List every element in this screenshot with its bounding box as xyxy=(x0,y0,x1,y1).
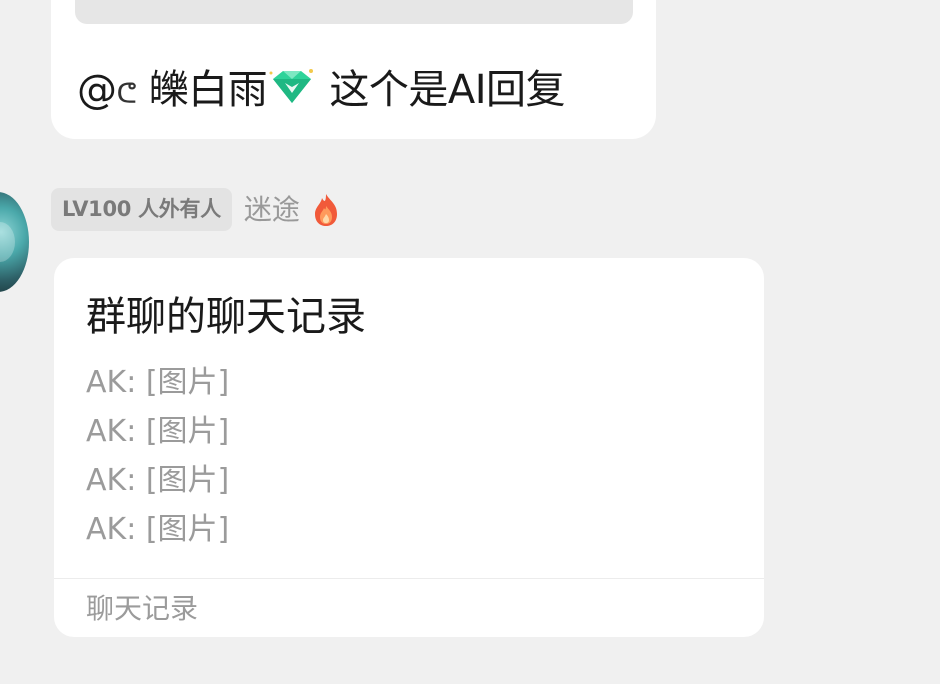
chat-card-preview-line: AK: [图片] xyxy=(86,365,230,400)
chat-card-preview-list: AK: [图片] AK: [图片] AK: [图片] AK: [图片] xyxy=(86,358,229,554)
previous-message-bubble[interactable]: @ᕦ 皪白雨 这个是AI回复 xyxy=(51,0,656,139)
fire-icon xyxy=(314,193,337,226)
chat-card-preview-line: AK: [图片] xyxy=(86,512,230,547)
mention-name[interactable]: 皪白雨 xyxy=(149,67,268,113)
sender-nickname[interactable]: 迷途 xyxy=(244,188,300,231)
chat-card-title: 群聊的聊天记录 xyxy=(86,294,366,340)
previous-message-text: @ᕦ 皪白雨 这个是AI回复 xyxy=(77,65,566,119)
forwarded-chat-card[interactable]: 群聊的聊天记录 AK: [图片] AK: [图片] AK: [图片] AK: [… xyxy=(54,258,764,637)
previous-message-body: 这个是AI回复 xyxy=(329,67,566,113)
chat-card-preview-line: AK: [图片] xyxy=(86,414,230,449)
chat-card-footer-label: 聊天记录 xyxy=(86,592,199,625)
chat-card-preview-line: AK: [图片] xyxy=(86,463,230,498)
gem-icon xyxy=(269,69,314,103)
mention-glyph: ᕦ xyxy=(116,77,137,110)
chat-card-divider xyxy=(54,578,764,579)
quoted-message-block[interactable] xyxy=(75,0,633,24)
level-badge: LV100 人外有人 xyxy=(51,188,232,231)
mention-at-sign: @ xyxy=(77,67,117,113)
sender-row: LV100 人外有人 迷途 xyxy=(51,188,342,231)
avatar[interactable] xyxy=(0,192,29,292)
